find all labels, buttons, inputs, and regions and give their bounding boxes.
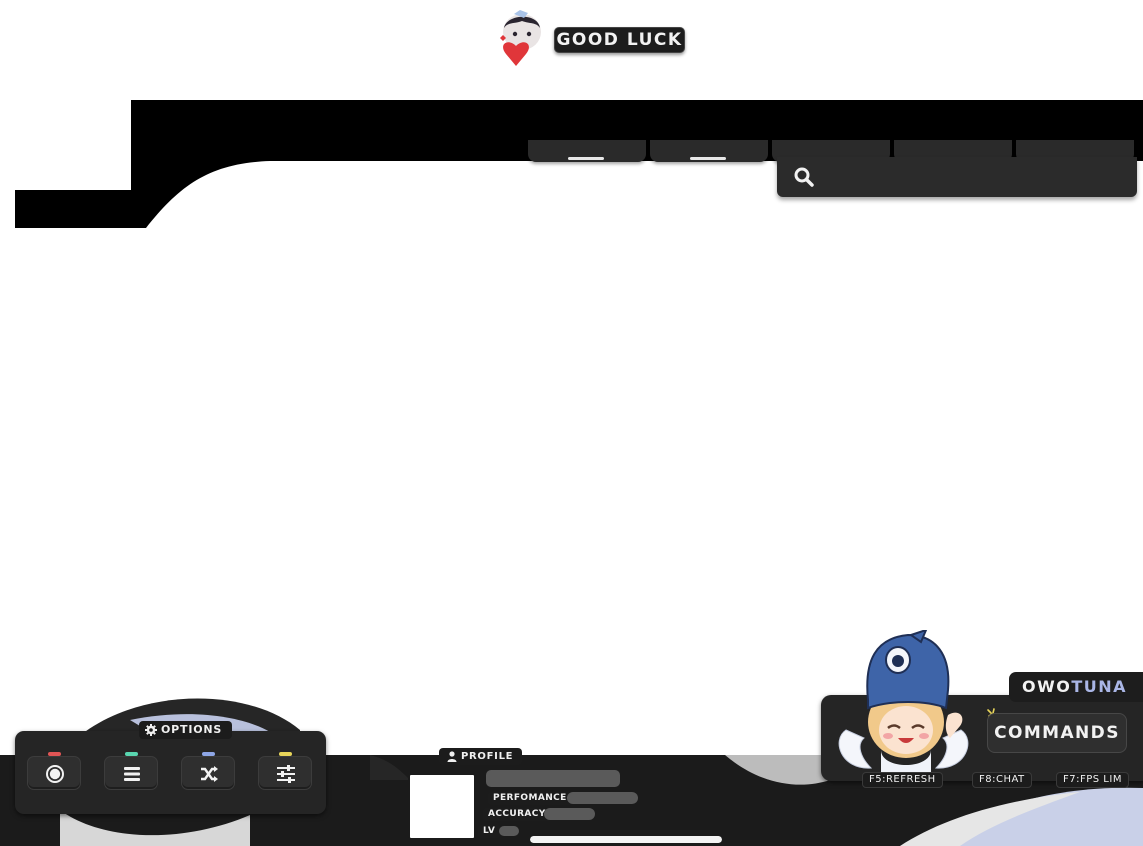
shuffle-icon <box>201 766 218 782</box>
progress-bar <box>530 836 722 843</box>
level-value-placeholder <box>499 826 519 836</box>
search-bar[interactable] <box>777 157 1137 197</box>
shuffle-led <box>202 752 215 756</box>
gear-icon <box>145 724 157 736</box>
good-luck-label: GOOD LUCK <box>554 27 685 53</box>
settings-led <box>279 752 292 756</box>
shuffle-button[interactable] <box>181 752 235 790</box>
search-icon[interactable] <box>793 166 815 188</box>
hint-chat: F8:CHAT <box>972 772 1032 788</box>
accuracy-value-placeholder <box>544 808 595 820</box>
avatar[interactable] <box>408 773 476 840</box>
record-button[interactable] <box>27 752 81 790</box>
hint-refresh: F5:REFRESH <box>862 772 943 788</box>
tab-1[interactable] <box>528 140 646 162</box>
settings-button[interactable] <box>258 752 312 790</box>
person-icon <box>447 751 457 762</box>
menu-button[interactable] <box>104 752 158 790</box>
angel-fish-hat-mascot <box>838 630 969 780</box>
record-icon <box>46 765 64 783</box>
tab-2[interactable] <box>650 140 768 162</box>
sliders-icon <box>277 765 295 783</box>
record-led <box>48 752 61 756</box>
performance-label: PERFOMANCE <box>488 792 572 805</box>
streamer-name-part1: OWO <box>1022 677 1072 696</box>
profile-name-placeholder <box>486 770 620 787</box>
accuracy-label: ACCURACY <box>483 808 551 821</box>
hint-fps-limit: F7:FPS LIM <box>1056 772 1129 788</box>
progress-fill <box>530 836 722 843</box>
profile-label: PROFILE <box>461 751 514 762</box>
level-label: LV <box>478 825 501 838</box>
streamer-name: OWOTUNA <box>1009 672 1143 702</box>
chibi-heart-avatar <box>500 10 541 66</box>
options-label: OPTIONS <box>161 723 223 736</box>
list-icon <box>124 767 140 781</box>
profile-tag: PROFILE <box>439 748 523 765</box>
streamer-name-part2: TUNA <box>1071 677 1128 696</box>
commands-button[interactable]: COMMANDS <box>987 713 1127 753</box>
options-tag: OPTIONS <box>139 721 233 739</box>
performance-value-placeholder <box>567 792 638 804</box>
menu-led <box>125 752 138 756</box>
